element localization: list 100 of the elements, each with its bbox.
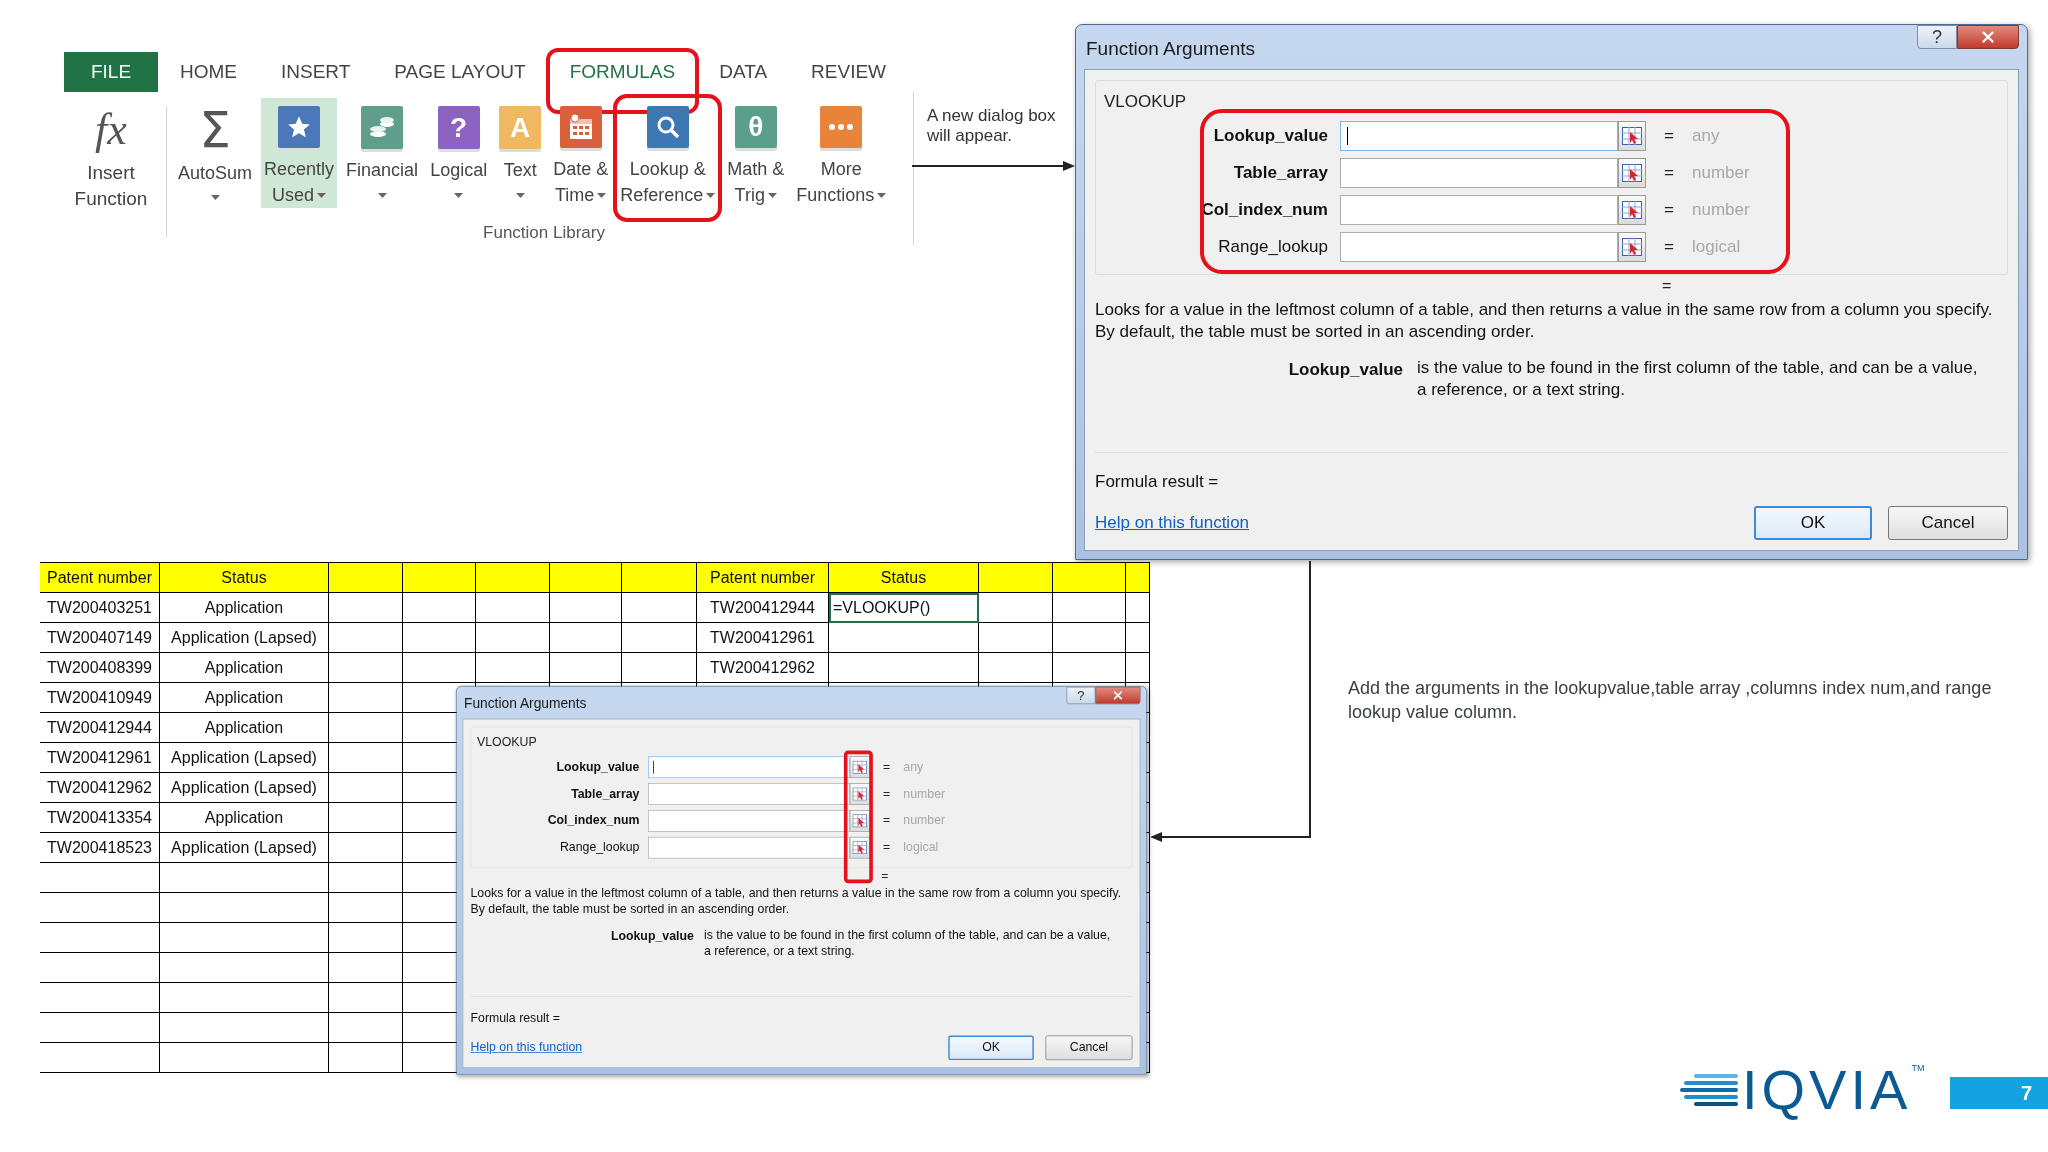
close-button[interactable] [1957,25,2019,49]
argument-help-text: is the value to be found in the first column of the table, and can be a value, a reference, or a text string. [1417,356,1979,401]
collapse-dialog-button[interactable] [1618,157,1646,188]
ribbon-tab[interactable]: PAGE LAYOUT [372,52,548,92]
argument-label: Lookup_value [555,758,641,776]
caret-icon [877,192,887,198]
equals-sign: = [882,758,892,776]
argument-result: logical [903,839,939,856]
file-tab[interactable]: FILE [64,52,158,92]
ribbon-button[interactable]: Financial [343,98,422,208]
range-grid-icon [852,840,868,854]
logo-text: IQVIA [1742,1062,1912,1118]
ok-button[interactable]: OK [1754,506,1872,540]
ribbon-button[interactable]: Lookup & Reference [617,98,719,208]
argument-field[interactable] [1340,194,1618,225]
range-grid-icon [1622,126,1642,145]
caret-icon [597,192,607,198]
callout-text: A new dialog box will appear. [927,106,1057,146]
ribbon-tab[interactable]: DATA [697,52,790,92]
ok-button[interactable]: OK [948,1035,1034,1061]
range-grid-icon [852,787,868,801]
help-link[interactable]: Help on this function [470,1038,583,1057]
text-cursor [1347,126,1348,145]
function-description: Looks for a value in the leftmost column of a table, and then returns a value in the same row from a column you specify. By default, the table must be sorted in an ascending order. [1095,298,1994,343]
trademark-mark: TM [1911,1062,1925,1075]
collapse-dialog-button[interactable] [849,755,870,778]
dialog-title: Function Arguments [463,695,587,714]
argument-field[interactable] [1340,120,1618,151]
collapse-dialog-button[interactable] [849,782,870,805]
caret-icon [515,193,525,199]
ribbon-tab[interactable]: INSERT [259,52,373,92]
table-cell: TW200412962 [697,653,829,683]
ribbon-button[interactable]: More Functions [793,98,890,208]
caret-icon [377,193,387,199]
function-name: VLOOKUP [477,734,538,752]
argument-label: Col_index_num [1200,198,1329,221]
table-cell [1126,593,1150,623]
cancel-button[interactable]: Cancel [1888,506,2008,540]
equals-sign: = [1663,235,1675,258]
insert-function-button[interactable]: fx Insert Function [64,98,158,245]
cancel-button[interactable]: Cancel [1045,1035,1133,1061]
argument-help-name: Lookup_value [1287,358,1404,381]
table-cell[interactable]: =VLOOKUP() [829,593,979,623]
argument-help-name: Lookup_value [609,928,695,945]
argument-label: Col_index_num [546,812,641,830]
close-button[interactable] [1095,686,1141,705]
icon-glyph: fx [95,106,127,154]
ribbon-button[interactable]: ? Logical [427,98,491,208]
table-cell: TW200412962 [40,773,160,803]
argument-field[interactable] [1340,157,1618,188]
table-cell [1126,653,1150,683]
icon-glyph: Σ [199,106,231,154]
collapse-dialog-button[interactable] [1618,194,1646,225]
help-link[interactable]: Help on this function [1095,510,1250,536]
argument-field[interactable] [1340,231,1618,262]
ribbon-button[interactable]: A Text [496,98,545,208]
formula-result: Formula result = [470,1009,561,1027]
ribbon-button[interactable]: Σ AutoSum [175,98,256,208]
table-cell: Application (Lapsed) [160,743,329,773]
table-cell: TW200407149 [40,623,160,653]
icon-glyph: θ [748,113,764,141]
argument-result: number [903,812,946,830]
argument-result: number [1692,198,1750,221]
dialog-title: Function Arguments [1085,37,1255,61]
range-grid-icon [852,760,868,774]
ribbon-button[interactable]: Recently Used [261,98,338,208]
table-cell: Application [160,683,329,713]
table-cell: TW200412961 [697,623,829,653]
collapse-dialog-button[interactable] [1618,120,1646,151]
table-cell: Application [160,803,329,833]
collapse-dialog-button[interactable] [849,836,870,859]
page-number: 7 [1950,1077,2048,1109]
function-name: VLOOKUP [1104,91,1188,113]
table-cell[interactable] [829,623,979,653]
close-icon [1111,688,1125,702]
equals-sign: = [882,839,892,856]
help-button[interactable]: ? [1066,686,1096,705]
close-icon [1979,28,1997,46]
ribbon-button[interactable]: Date & Time [550,98,612,208]
argument-help-text: is the value to be found in the first column of the table, and can be a value, a reference, or a text string. [703,927,1112,959]
equals-sign: = [882,785,892,803]
table-cell[interactable] [829,653,979,683]
argument-result: any [1692,124,1720,147]
caret-icon [317,192,327,198]
collapse-dialog-button[interactable] [1618,231,1646,262]
argument-result: number [1692,161,1750,184]
collapse-dialog-button[interactable] [849,809,870,832]
table-cell: Application (Lapsed) [160,773,329,803]
ribbon-tab[interactable]: REVIEW [789,52,908,92]
equals-sign: = [1663,198,1675,221]
table-cell [550,623,622,653]
equals-sign: = [882,812,892,830]
table-cell: TW200418523 [40,833,160,863]
table-cell [550,593,622,623]
formula-result: Formula result = [1095,470,1220,493]
help-button[interactable]: ? [1917,25,1957,49]
ribbon-tab[interactable]: HOME [158,52,259,92]
argument-label: Table_array [570,785,641,803]
ribbon-button[interactable]: θ Math & Trig [724,98,788,208]
argument-result: logical [1692,235,1741,258]
